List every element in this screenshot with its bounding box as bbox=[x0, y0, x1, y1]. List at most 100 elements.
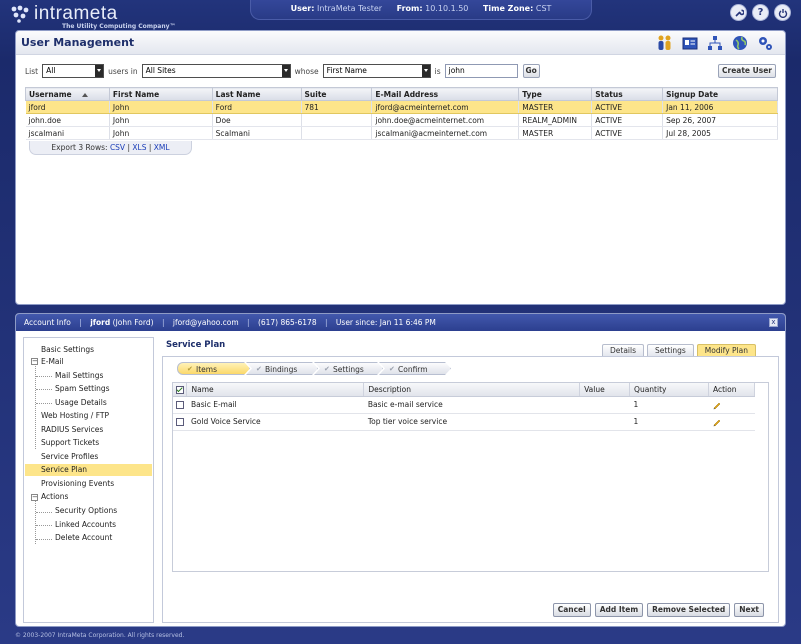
nav-service-plan[interactable]: Service Plan bbox=[25, 464, 152, 476]
account-info-label: Account Info bbox=[24, 318, 71, 327]
cell-type: MASTER bbox=[518, 100, 593, 114]
export-xml-link[interactable]: XML bbox=[154, 143, 170, 152]
step-settings[interactable]: ✔ Settings bbox=[314, 362, 383, 375]
search-input[interactable]: john bbox=[444, 64, 518, 78]
column-header-type[interactable]: Type bbox=[518, 87, 593, 101]
page-title: User Management bbox=[21, 36, 135, 49]
column-header-username[interactable]: Username bbox=[25, 87, 110, 101]
users-icon[interactable] bbox=[655, 33, 675, 53]
cell-first-name: John bbox=[109, 100, 213, 114]
cell-username: john.doe bbox=[25, 113, 110, 127]
power-icon[interactable] bbox=[774, 4, 791, 21]
whose-label: whose bbox=[294, 66, 319, 76]
is-label: is bbox=[434, 66, 441, 76]
nav-delete-account[interactable]: Delete Account bbox=[55, 532, 112, 544]
edit-pencil-icon[interactable] bbox=[712, 400, 722, 410]
column-header-email[interactable]: E-Mail Address bbox=[371, 87, 520, 101]
column-header-last-name[interactable]: Last Name bbox=[211, 87, 302, 101]
row-checkbox[interactable] bbox=[176, 418, 184, 426]
help-icon[interactable]: ? bbox=[752, 4, 769, 21]
step-items[interactable]: ✔ Items bbox=[177, 362, 250, 375]
table-row[interactable]: jscalmani John Scalmani jscalmani@acmein… bbox=[25, 126, 778, 140]
nav-security-options[interactable]: Security Options bbox=[55, 505, 117, 517]
nav-radius-services[interactable]: RADIUS Services bbox=[41, 424, 103, 436]
table-row[interactable]: jford John Ford 781 jford@acmeinternet.c… bbox=[25, 100, 778, 114]
export-csv-link[interactable]: CSV bbox=[110, 143, 125, 152]
list-label: List bbox=[25, 66, 39, 76]
user-label: User: bbox=[290, 4, 315, 13]
list-select[interactable]: All bbox=[42, 64, 105, 78]
close-icon[interactable]: x bbox=[769, 318, 778, 327]
network-icon[interactable] bbox=[705, 33, 725, 53]
select-all-checkbox[interactable] bbox=[173, 383, 188, 397]
filter-bar: List All users in All Sites whose First … bbox=[25, 64, 540, 78]
export-xls-link[interactable]: XLS bbox=[132, 143, 146, 152]
id-card-icon[interactable] bbox=[680, 33, 700, 53]
tab-modify-plan[interactable]: Modify Plan bbox=[696, 344, 756, 356]
column-header-value: Value bbox=[579, 383, 631, 397]
service-plan-tabs: Details Settings Modify Plan bbox=[602, 344, 756, 356]
nav-service-profiles[interactable]: Service Profiles bbox=[41, 451, 98, 463]
cell-type: MASTER bbox=[518, 126, 593, 140]
session-info: User: IntraMeta Tester From: 10.10.1.50 … bbox=[250, 0, 592, 20]
cell-first-name: John bbox=[109, 126, 213, 140]
collapse-icon[interactable]: − bbox=[31, 494, 38, 501]
nav-mail-settings[interactable]: Mail Settings bbox=[55, 370, 103, 382]
tab-details[interactable]: Details bbox=[602, 344, 645, 356]
nav-email[interactable]: E-Mail bbox=[41, 356, 64, 368]
wrench-icon[interactable] bbox=[730, 4, 747, 21]
column-header-first-name[interactable]: First Name bbox=[108, 87, 213, 101]
plan-items-frame: Name Description Value Quantity Action B… bbox=[172, 382, 769, 572]
site-select[interactable]: All Sites bbox=[141, 64, 291, 78]
items-table-header: Name Description Value Quantity Action bbox=[173, 383, 756, 397]
globe-icon[interactable] bbox=[730, 33, 750, 53]
nav-linked-accounts[interactable]: Linked Accounts bbox=[55, 519, 116, 531]
tab-settings[interactable]: Settings bbox=[647, 344, 694, 356]
step-confirm[interactable]: ✔ Confirm bbox=[379, 362, 451, 375]
column-header-name: Name bbox=[186, 383, 365, 397]
nav-provisioning-events[interactable]: Provisioning Events bbox=[41, 478, 114, 490]
next-button[interactable]: Next bbox=[734, 603, 764, 617]
account-info-bar: Account Info | jford (John Ford) | jford… bbox=[16, 314, 785, 331]
step-bindings[interactable]: ✔ Bindings bbox=[246, 362, 318, 375]
nav-spam-settings[interactable]: Spam Settings bbox=[55, 383, 110, 395]
column-header-signup-date[interactable]: Signup Date bbox=[662, 87, 778, 101]
panel-header: User Management bbox=[16, 31, 785, 55]
row-checkbox[interactable] bbox=[176, 401, 184, 409]
go-button[interactable]: Go bbox=[522, 64, 540, 78]
field-select[interactable]: First Name bbox=[322, 64, 431, 78]
gears-icon[interactable] bbox=[755, 33, 775, 53]
cell-last-name: Scalmani bbox=[212, 126, 302, 140]
wizard-steps: ✔ Items ✔ Bindings ✔ Settings ✔ Confirm bbox=[177, 362, 447, 375]
cell-status: ACTIVE bbox=[591, 100, 664, 114]
remove-selected-button[interactable]: Remove Selected bbox=[647, 603, 731, 617]
collapse-icon[interactable]: − bbox=[31, 358, 38, 365]
edit-pencil-icon[interactable] bbox=[712, 417, 722, 427]
column-header-status[interactable]: Status bbox=[591, 87, 664, 101]
nav-usage-details[interactable]: Usage Details bbox=[55, 397, 107, 409]
cell-status: ACTIVE bbox=[591, 113, 664, 127]
cell-username: jscalmani bbox=[25, 126, 110, 140]
table-row[interactable]: john.doe John Doe john.doe@acmeinternet.… bbox=[25, 113, 778, 127]
cancel-button[interactable]: Cancel bbox=[552, 603, 591, 617]
create-user-button[interactable]: Create User bbox=[718, 64, 776, 78]
cell-suite bbox=[301, 113, 373, 127]
nav-support-tickets[interactable]: Support Tickets bbox=[41, 437, 99, 449]
user-value: IntraMeta Tester bbox=[316, 4, 383, 13]
service-plan-title: Service Plan bbox=[166, 340, 226, 350]
cell-email: john.doe@acmeinternet.com bbox=[371, 113, 520, 127]
nav-basic-settings[interactable]: Basic Settings bbox=[41, 344, 94, 356]
column-header-suite[interactable]: Suite bbox=[300, 87, 373, 101]
export-bar: Export 3 Rows: CSV | XLS | XML bbox=[29, 141, 192, 155]
item-value bbox=[579, 396, 630, 414]
item-value bbox=[579, 413, 630, 431]
list-item[interactable]: Gold Voice Service Top tier voice servic… bbox=[173, 413, 755, 431]
users-in-label: users in bbox=[108, 66, 138, 76]
cell-username: jford bbox=[25, 100, 110, 114]
nav-web-hosting[interactable]: Web Hosting / FTP bbox=[41, 410, 109, 422]
users-table-header: Username First Name Last Name Suite E-Ma… bbox=[25, 87, 778, 101]
add-item-button[interactable]: Add Item bbox=[594, 603, 644, 617]
item-name: Basic E-mail bbox=[186, 396, 364, 414]
list-item[interactable]: Basic E-mail Basic e-mail service 1 bbox=[173, 396, 755, 414]
nav-actions[interactable]: Actions bbox=[41, 491, 68, 503]
